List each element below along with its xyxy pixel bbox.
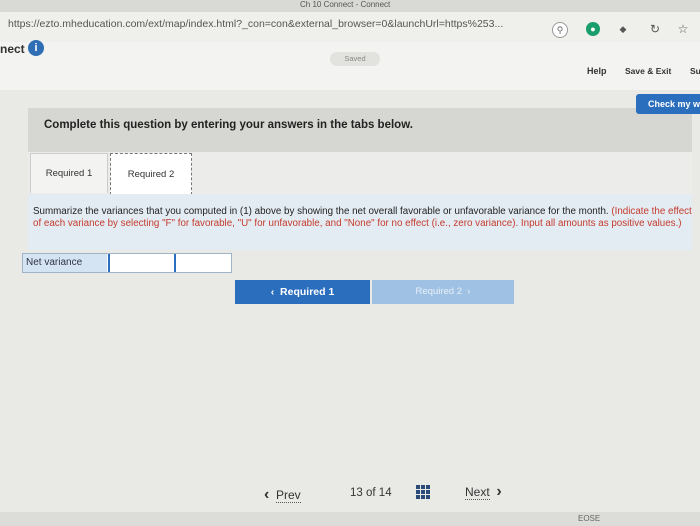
chevron-left-icon: ‹ <box>264 486 270 503</box>
page-total: 14 <box>378 487 392 499</box>
connect-logo-fragment: nect <box>0 42 25 56</box>
chevron-left-icon: ‹ <box>270 286 275 298</box>
chevron-right-icon: › <box>467 286 471 297</box>
help-link[interactable]: Help <box>587 66 607 76</box>
next-label: Next <box>465 485 490 500</box>
url-text[interactable]: https://ezto.mheducation.com/ext/map/ind… <box>8 18 503 30</box>
info-icon[interactable]: i <box>28 40 44 56</box>
tab-required-1[interactable]: Required 1 <box>30 153 108 193</box>
shield-icon[interactable]: ◆ <box>616 22 630 36</box>
submit-button[interactable]: Su <box>690 66 700 76</box>
question-instruction: Complete this question by entering your … <box>44 119 413 131</box>
next-required-button[interactable]: Required 2 › <box>372 280 514 304</box>
check-my-work-button[interactable]: Check my w <box>636 94 700 114</box>
question-body-text: Summarize the variances that you compute… <box>33 206 609 217</box>
prev-required-label: Required 1 <box>280 286 335 298</box>
prev-label: Prev <box>276 488 301 503</box>
prev-question-link[interactable]: ‹ Prev <box>264 486 301 504</box>
page-of: of <box>366 487 376 499</box>
tab-required-2[interactable]: Required 2 <box>110 153 192 195</box>
question-grid-icon[interactable] <box>416 485 430 499</box>
save-exit-button[interactable]: Save & Exit <box>625 66 671 76</box>
page-counter: 13 of 14 <box>350 487 392 499</box>
net-variance-amount-input[interactable] <box>108 254 173 272</box>
extension-icon[interactable]: ⚲ <box>552 22 568 38</box>
saved-status-badge: Saved <box>330 52 380 66</box>
reload-icon[interactable]: ↻ <box>648 22 662 36</box>
net-variance-effect-select[interactable] <box>174 254 231 272</box>
extension-green-icon[interactable]: ● <box>586 22 600 36</box>
bookmark-star-icon[interactable]: ☆ <box>676 22 690 36</box>
page-current: 13 <box>350 487 363 499</box>
next-question-link[interactable]: Next › <box>465 483 502 501</box>
net-variance-label: Net variance <box>23 254 107 272</box>
prev-required-button[interactable]: ‹ Required 1 <box>235 280 370 304</box>
chevron-right-icon: › <box>496 483 502 500</box>
taskbar-label: EOSE <box>578 514 601 523</box>
next-required-label: Required 2 <box>415 286 463 297</box>
question-body: Summarize the variances that you compute… <box>33 206 693 229</box>
browser-tab-title[interactable]: Ch 10 Connect - Connect <box>300 0 390 9</box>
